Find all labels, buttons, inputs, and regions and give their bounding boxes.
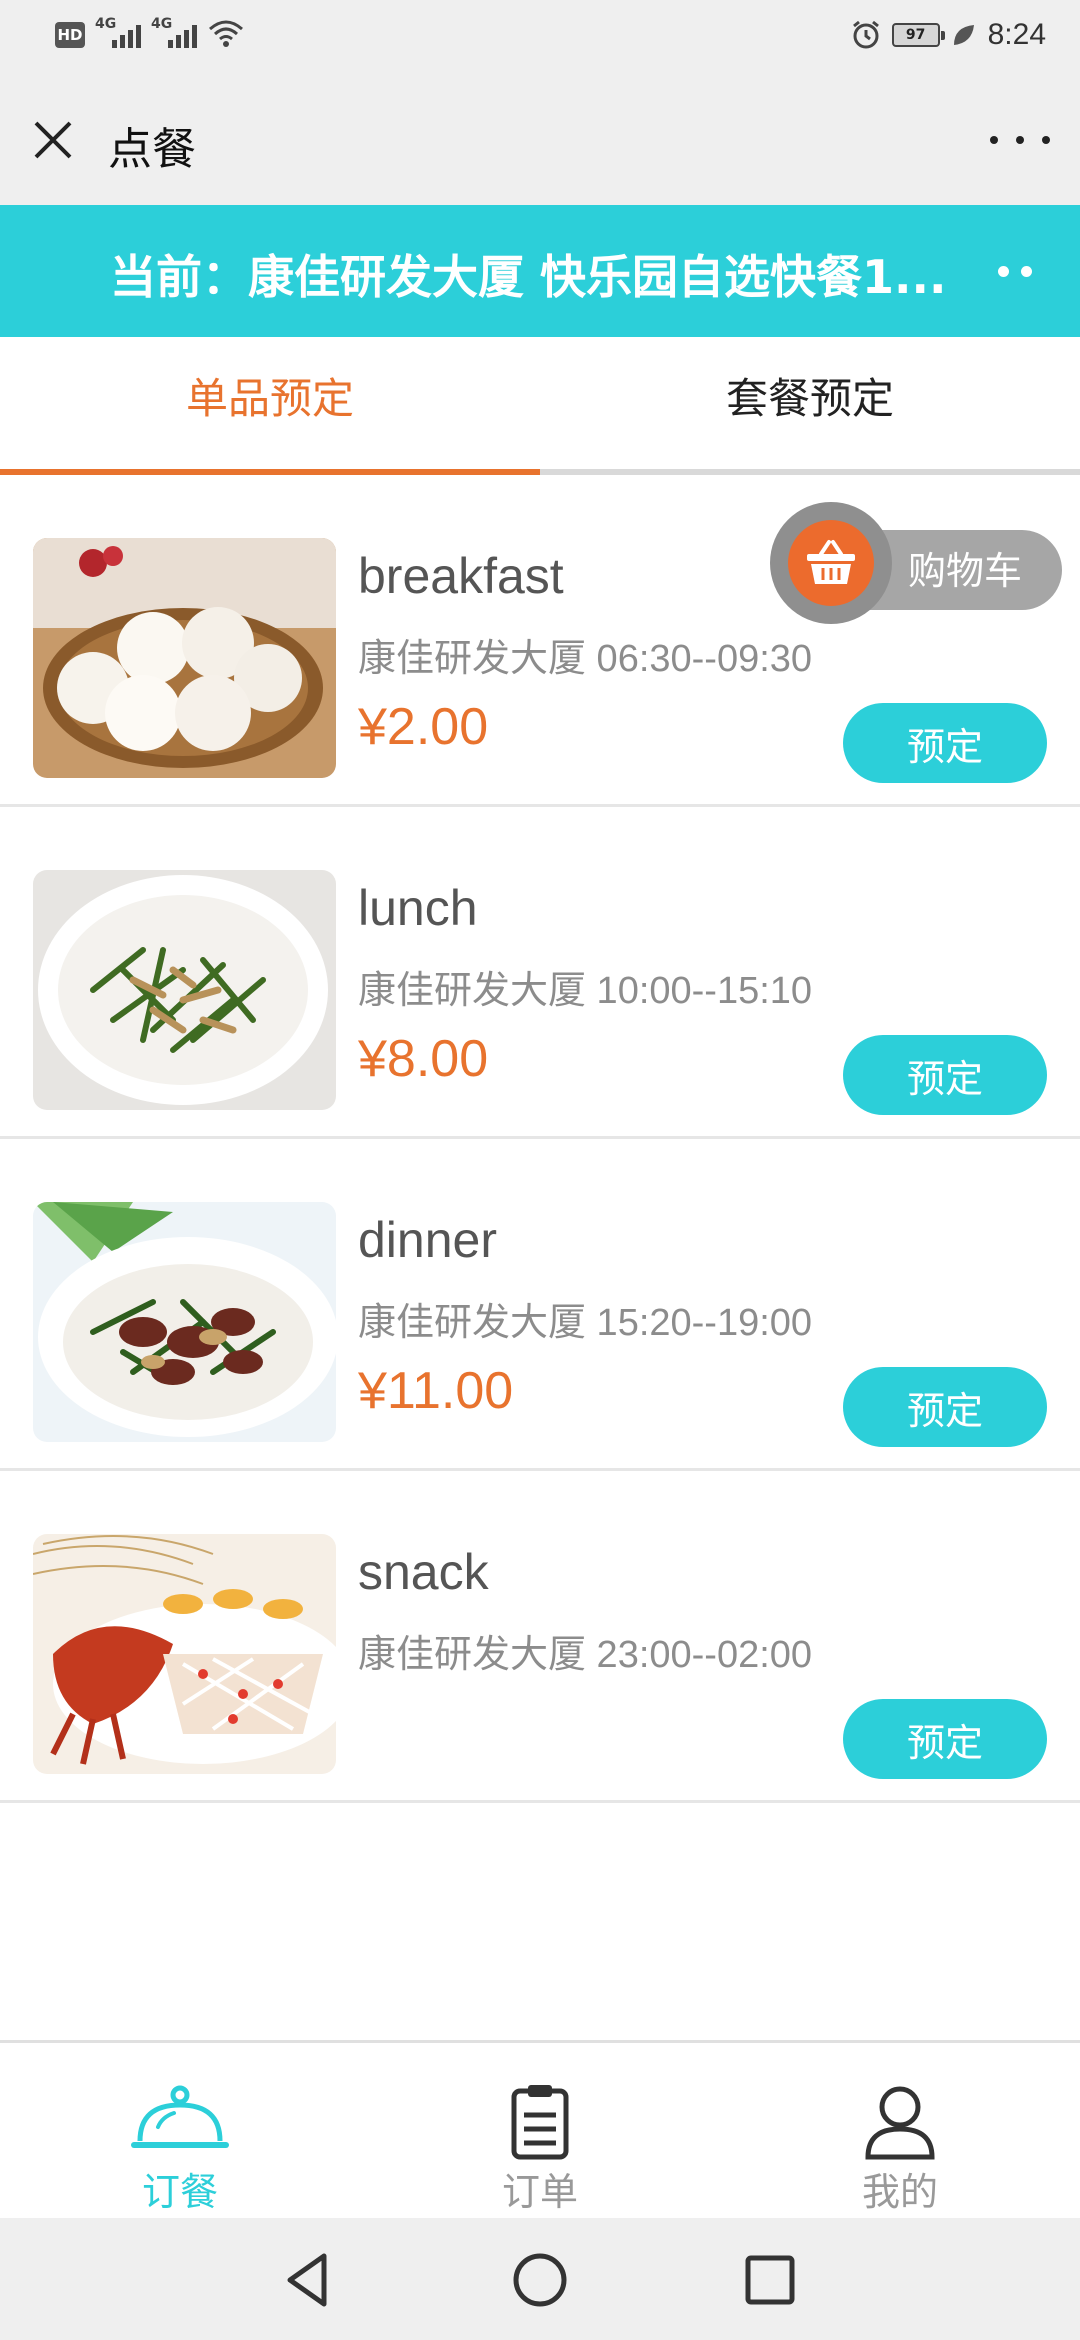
tab-single-item[interactable]: 单品预定 [0,337,540,475]
location-banner[interactable]: 当前：康佳研发大厦 快乐园自选快餐1... [0,205,1080,337]
signal-icon-2: 4G [151,16,197,48]
home-icon[interactable] [508,2248,572,2312]
system-nav-bar [0,2218,1080,2340]
cloche-icon [131,2085,229,2148]
tab-set-meal[interactable]: 套餐预定 [540,337,1080,475]
recents-icon[interactable] [738,2248,802,2312]
banner-more-icon[interactable] [998,265,1032,277]
item-price: ¥11.00 [358,1362,514,1420]
book-button[interactable]: 预定 [843,1699,1047,1779]
food-image-meat-dish [33,1202,336,1442]
book-button[interactable]: 预定 [843,1367,1047,1447]
basket-icon [807,540,855,584]
more-dots-icon[interactable] [990,125,1050,155]
page-title: 点餐 [108,124,196,175]
tab-label: 订单 [501,2170,578,2214]
clock: 8:24 [987,18,1046,51]
status-right: 97 8:24 [850,18,1046,52]
food-image-buns [33,538,336,778]
cart-button[interactable]: 购物车 [770,502,1062,624]
signal-icon: 4G [95,16,141,48]
tab-order-food[interactable]: 订餐 [0,2043,360,2218]
tab-label: 单品预定 [185,374,354,423]
clipboard-icon [511,2085,569,2160]
item-location-time: 康佳研发大厦 15:20--19:00 [358,1302,813,1344]
item-location-time: 康佳研发大厦 06:30--09:30 [358,638,813,680]
tab-orders[interactable]: 订单 [360,2043,720,2218]
item-price: ¥2.00 [358,698,489,756]
cart-label: 购物车 [908,549,1023,593]
tab-label: 订餐 [141,2170,218,2214]
cart-circle [788,520,874,606]
meal-list: breakfast 康佳研发大厦 06:30--09:30 ¥2.00 预定 l… [0,475,1080,1803]
food-image-lobster [33,1534,336,1774]
book-button[interactable]: 预定 [843,703,1047,783]
item-location-time: 康佳研发大厦 23:00--02:00 [358,1634,813,1676]
alarm-icon [852,20,879,49]
close-icon[interactable] [30,117,76,163]
status-left: HD 4G 4G [55,16,245,48]
item-name: breakfast [358,548,564,604]
tab-label: 我的 [861,2170,938,2214]
item-name: lunch [358,880,478,936]
list-item: lunch 康佳研发大厦 10:00--15:10 ¥8.00 预定 [0,807,1080,1139]
tab-label: 套餐预定 [725,374,894,423]
book-button[interactable]: 预定 [843,1035,1047,1115]
bottom-tab-bar: 订餐 订单 我的 [0,2040,1080,2218]
tab-mine[interactable]: 我的 [720,2043,1080,2218]
back-icon[interactable] [276,2248,340,2312]
food-image-stirfry [33,870,336,1110]
hd-badge: HD [55,22,85,48]
leaf-icon [953,25,974,45]
item-location-time: 康佳研发大厦 10:00--15:10 [358,970,813,1012]
nav-bar: 点餐 [0,75,1080,205]
location-text: 当前：康佳研发大厦 快乐园自选快餐1... [110,250,947,304]
wifi-icon [209,20,243,47]
list-item: snack 康佳研发大厦 23:00--02:00 预定 [0,1471,1080,1803]
status-bar: HD 4G 4G 97 8:24 [0,0,1080,75]
list-item: dinner 康佳研发大厦 15:20--19:00 ¥11.00 预定 [0,1139,1080,1471]
order-type-tabs: 单品预定 套餐预定 [0,337,1080,475]
item-price: ¥8.00 [358,1030,489,1088]
battery-icon: 97 [891,23,945,47]
item-name: dinner [358,1212,497,1268]
user-icon [865,2086,935,2160]
item-name: snack [358,1544,489,1600]
